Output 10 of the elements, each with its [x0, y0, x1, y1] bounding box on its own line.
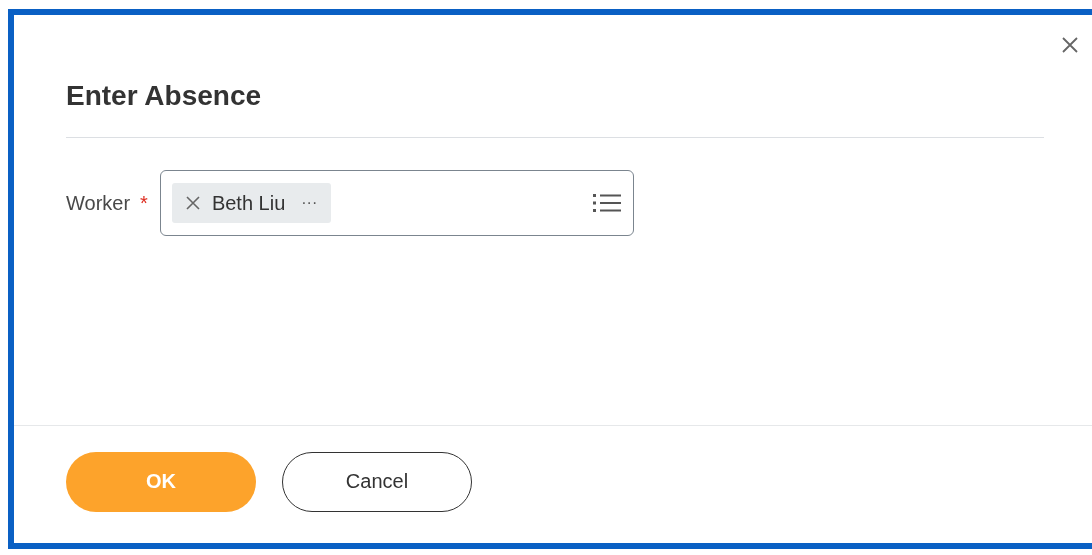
- close-icon[interactable]: [1060, 35, 1080, 55]
- worker-name: Beth Liu: [211, 191, 286, 215]
- list-icon[interactable]: [592, 191, 621, 215]
- dialog-title: Enter Absence: [66, 79, 263, 113]
- remove-icon[interactable]: [185, 196, 200, 210]
- required-mark: *: [140, 191, 148, 215]
- more-options[interactable]: ···: [297, 192, 322, 214]
- field-label: Worker: [66, 191, 131, 215]
- worker-field[interactable]: Beth Liu ···: [159, 170, 634, 236]
- cancel-button[interactable]: Cancel: [282, 451, 472, 512]
